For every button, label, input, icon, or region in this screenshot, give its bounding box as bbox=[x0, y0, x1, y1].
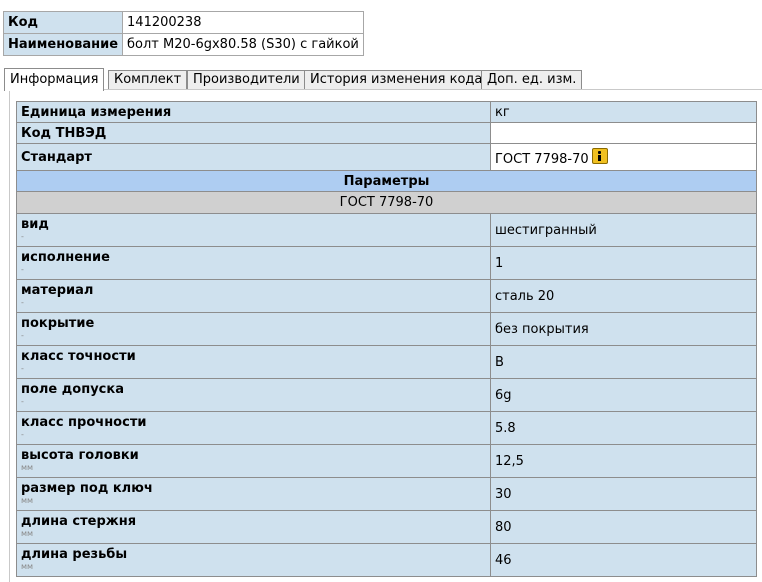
standard-value-cell: ГОСТ 7798-70 bbox=[490, 143, 757, 171]
param-unit: - bbox=[21, 265, 24, 274]
param-label-cell: исполнение - bbox=[16, 246, 491, 280]
param-unit: мм bbox=[21, 529, 34, 538]
param-name: высота головки bbox=[21, 448, 139, 463]
param-row: длина резьбы мм 46 bbox=[16, 543, 757, 577]
tab-code-history[interactable]: История изменения кода bbox=[304, 70, 489, 89]
param-row: высота головки мм 12,5 bbox=[16, 444, 757, 478]
param-value: 46 bbox=[490, 543, 757, 577]
param-value: 6g bbox=[490, 378, 757, 412]
param-value: 1 bbox=[490, 246, 757, 280]
name-value: болт М20-6gx80.58 (S30) с гайкой bbox=[122, 33, 364, 56]
standard-value: ГОСТ 7798-70 bbox=[495, 151, 589, 167]
param-label-cell: класс прочности - bbox=[16, 411, 491, 445]
param-unit: - bbox=[21, 397, 24, 406]
param-label-cell: длина стержня мм bbox=[16, 510, 491, 544]
param-row: исполнение - 1 bbox=[16, 246, 757, 280]
param-row: класс прочности - 5.8 bbox=[16, 411, 757, 445]
params-standard-title: ГОСТ 7798-70 bbox=[16, 191, 757, 214]
param-row: материал - сталь 20 bbox=[16, 279, 757, 313]
param-name: материал bbox=[21, 283, 94, 298]
param-row: покрытие - без покрытия bbox=[16, 312, 757, 346]
param-row: поле допуска - 6g bbox=[16, 378, 757, 412]
param-value: 30 bbox=[490, 477, 757, 511]
name-row: Наименование болт М20-6gx80.58 (S30) с г… bbox=[2, 33, 364, 56]
param-label-cell: класс точности - bbox=[16, 345, 491, 379]
unit-row: Единица измерения кг bbox=[16, 101, 757, 123]
param-name: длина стержня bbox=[21, 514, 137, 529]
param-value: 5.8 bbox=[490, 411, 757, 445]
info-icon[interactable] bbox=[591, 147, 608, 164]
tab-information[interactable]: Информация bbox=[4, 68, 105, 91]
param-name: вид bbox=[21, 217, 49, 232]
tnved-row: Код ТНВЭД bbox=[16, 122, 757, 144]
param-row: длина стержня мм 80 bbox=[16, 510, 757, 544]
param-label-cell: материал - bbox=[16, 279, 491, 313]
code-value: 141200238 bbox=[122, 11, 364, 34]
param-value: шестигранный bbox=[490, 213, 757, 247]
tab-bar: Информация Комплект Производители Истори… bbox=[4, 68, 762, 91]
param-name: класс прочности bbox=[21, 415, 147, 430]
param-unit: - bbox=[21, 364, 24, 373]
param-label-cell: вид - bbox=[16, 213, 491, 247]
param-name: длина резьбы bbox=[21, 547, 128, 562]
param-unit: - bbox=[21, 331, 24, 340]
tab-kit[interactable]: Комплект bbox=[108, 70, 188, 89]
params-section-header: Параметры bbox=[16, 170, 757, 192]
param-name: покрытие bbox=[21, 316, 95, 331]
param-unit: мм bbox=[21, 562, 34, 571]
param-value: 80 bbox=[490, 510, 757, 544]
param-unit: мм bbox=[21, 496, 34, 505]
param-name: класс точности bbox=[21, 349, 136, 364]
params-standard-row: ГОСТ 7798-70 bbox=[16, 191, 757, 214]
param-label-cell: покрытие - bbox=[16, 312, 491, 346]
standard-label: Стандарт bbox=[16, 143, 491, 171]
code-row: Код 141200238 bbox=[2, 11, 364, 34]
param-name: размер под ключ bbox=[21, 481, 153, 496]
product-header-table: Код 141200238 Наименование болт М20-6gx8… bbox=[2, 11, 364, 56]
params-section-title: Параметры bbox=[16, 170, 757, 192]
tnved-value bbox=[490, 122, 757, 144]
param-name: поле допуска bbox=[21, 382, 124, 397]
unit-label: Единица измерения bbox=[16, 101, 491, 123]
param-row: класс точности - В bbox=[16, 345, 757, 379]
param-value: сталь 20 bbox=[490, 279, 757, 313]
param-label-cell: размер под ключ мм bbox=[16, 477, 491, 511]
param-unit: - bbox=[21, 232, 24, 241]
param-value: 12,5 bbox=[490, 444, 757, 478]
param-value: В bbox=[490, 345, 757, 379]
tab-extra-units[interactable]: Доп. ед. изм. bbox=[481, 70, 583, 89]
param-label-cell: поле допуска - bbox=[16, 378, 491, 412]
param-unit: - bbox=[21, 298, 24, 307]
param-unit: мм bbox=[21, 463, 34, 472]
param-row: размер под ключ мм 30 bbox=[16, 477, 757, 511]
code-label: Код bbox=[2, 11, 124, 34]
param-row: вид - шестигранный bbox=[16, 213, 757, 247]
tnved-label: Код ТНВЭД bbox=[16, 122, 491, 144]
tab-manufacturers[interactable]: Производители bbox=[187, 70, 306, 89]
name-label: Наименование bbox=[2, 33, 124, 56]
unit-value: кг bbox=[490, 101, 757, 123]
param-label-cell: длина резьбы мм bbox=[16, 543, 491, 577]
param-label-cell: высота головки мм bbox=[16, 444, 491, 478]
param-value: без покрытия bbox=[490, 312, 757, 346]
param-unit: - bbox=[21, 430, 24, 439]
info-table: Единица измерения кг Код ТНВЭД Стандарт … bbox=[16, 101, 757, 577]
param-name: исполнение bbox=[21, 250, 110, 265]
standard-row: Стандарт ГОСТ 7798-70 bbox=[16, 143, 757, 171]
